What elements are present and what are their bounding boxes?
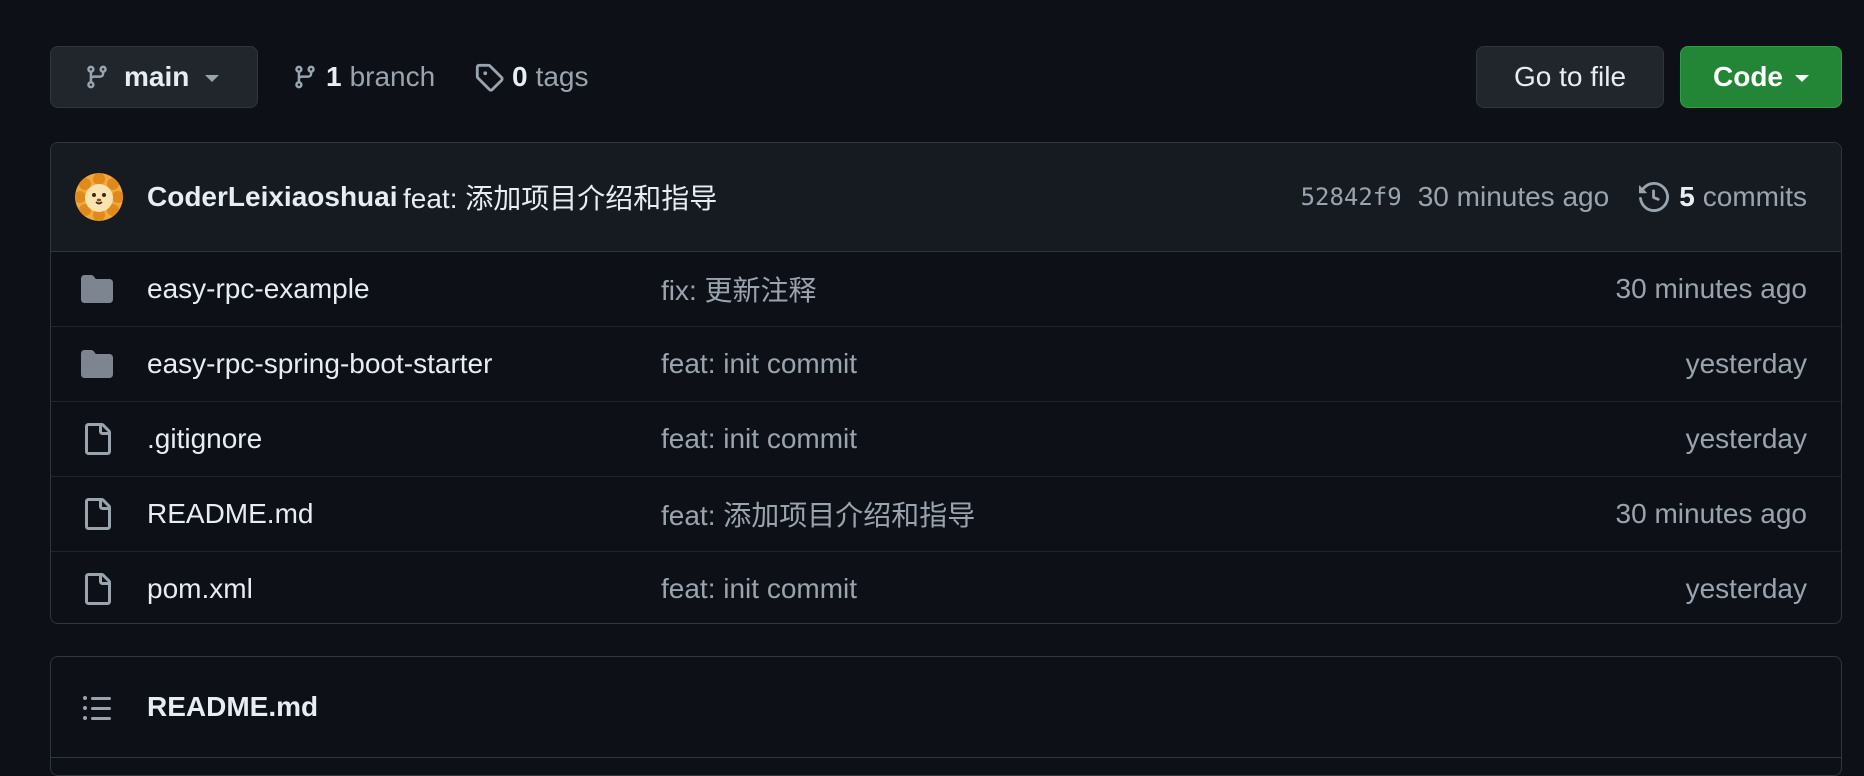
tag-icon: [475, 63, 504, 92]
readme-panel: README.md: [50, 656, 1842, 776]
file-name-link[interactable]: easy-rpc-example: [147, 273, 370, 305]
chevron-down-icon: [205, 74, 220, 82]
file-commit-message-link[interactable]: feat: init commit: [661, 423, 857, 455]
commit-sha-link[interactable]: 52842f9: [1301, 183, 1402, 211]
file-commit-time: yesterday: [1685, 348, 1807, 379]
file-commit-time: 30 minutes ago: [1615, 273, 1807, 304]
branch-count: 1: [326, 61, 342, 92]
file-row[interactable]: easy-rpc-example fix: 更新注释 30 minutes ago: [51, 252, 1841, 326]
file-icon: [81, 423, 113, 455]
readme-title[interactable]: README.md: [147, 691, 318, 723]
commits-label: commits: [1702, 181, 1807, 212]
file-row[interactable]: easy-rpc-spring-boot-starter feat: init c…: [51, 326, 1841, 401]
git-branch-icon: [87, 65, 107, 89]
branch-name: main: [124, 61, 190, 92]
commit-meta: 52842f9 30 minutes ago 5 commits: [1301, 181, 1807, 213]
commit-time: 30 minutes ago: [1417, 181, 1610, 212]
branch-label: branch: [349, 61, 436, 92]
file-commit-message-link[interactable]: feat: init commit: [661, 348, 857, 380]
branches-link[interactable]: 1 branch: [292, 46, 435, 108]
file-name-link[interactable]: easy-rpc-spring-boot-starter: [147, 348, 492, 380]
file-commit-time: yesterday: [1685, 573, 1807, 604]
file-name-link[interactable]: .gitignore: [147, 423, 262, 455]
code-button-label: Code: [1713, 61, 1783, 92]
file-row[interactable]: pom.xml feat: init commit yesterday: [51, 551, 1841, 623]
branch-select-button[interactable]: main: [50, 46, 258, 108]
file-icon: [81, 498, 113, 530]
file-name-link[interactable]: pom.xml: [147, 573, 253, 605]
code-button[interactable]: Code: [1680, 46, 1842, 108]
avatar[interactable]: [75, 173, 123, 221]
file-commit-time: 30 minutes ago: [1615, 498, 1807, 529]
repo-toolbar: main 1 branch 0 tags Go to file Code: [50, 46, 1842, 110]
file-commit-time: yesterday: [1685, 423, 1807, 454]
folder-icon: [81, 348, 113, 380]
readme-header: README.md: [51, 657, 1841, 758]
file-commit-message-link[interactable]: feat: 添加项目介绍和指导: [661, 494, 975, 534]
history-icon: [1639, 182, 1670, 212]
file-commit-message-link[interactable]: fix: 更新注释: [661, 269, 817, 309]
file-commit-message-link[interactable]: feat: init commit: [661, 573, 857, 605]
file-icon: [81, 573, 113, 605]
commit-count: 5: [1679, 181, 1695, 212]
tag-label: tags: [535, 61, 589, 92]
folder-icon: [81, 273, 113, 305]
commit-message-link[interactable]: feat: 添加项目介绍和指导: [403, 177, 717, 217]
latest-commit-header: CoderLeixiaoshuai feat: 添加项目介绍和指导 52842f…: [51, 143, 1841, 252]
tags-link[interactable]: 0 tags: [474, 46, 589, 108]
file-browser: CoderLeixiaoshuai feat: 添加项目介绍和指导 52842f…: [50, 142, 1842, 624]
file-row[interactable]: .gitignore feat: init commit yesterday: [51, 401, 1841, 476]
file-name-link[interactable]: README.md: [147, 498, 313, 530]
chevron-down-icon: [1795, 75, 1809, 82]
file-list: easy-rpc-example fix: 更新注释 30 minutes ago e…: [51, 252, 1841, 623]
commits-history-link[interactable]: 5 commits: [1639, 181, 1807, 213]
go-to-file-button[interactable]: Go to file: [1476, 46, 1664, 108]
git-branch-icon: [295, 65, 315, 89]
list-unordered-icon[interactable]: [81, 692, 113, 724]
tag-count: 0: [512, 61, 528, 92]
commit-author-link[interactable]: CoderLeixiaoshuai: [147, 181, 398, 213]
file-row[interactable]: README.md feat: 添加项目介绍和指导 30 minutes ago: [51, 476, 1841, 551]
